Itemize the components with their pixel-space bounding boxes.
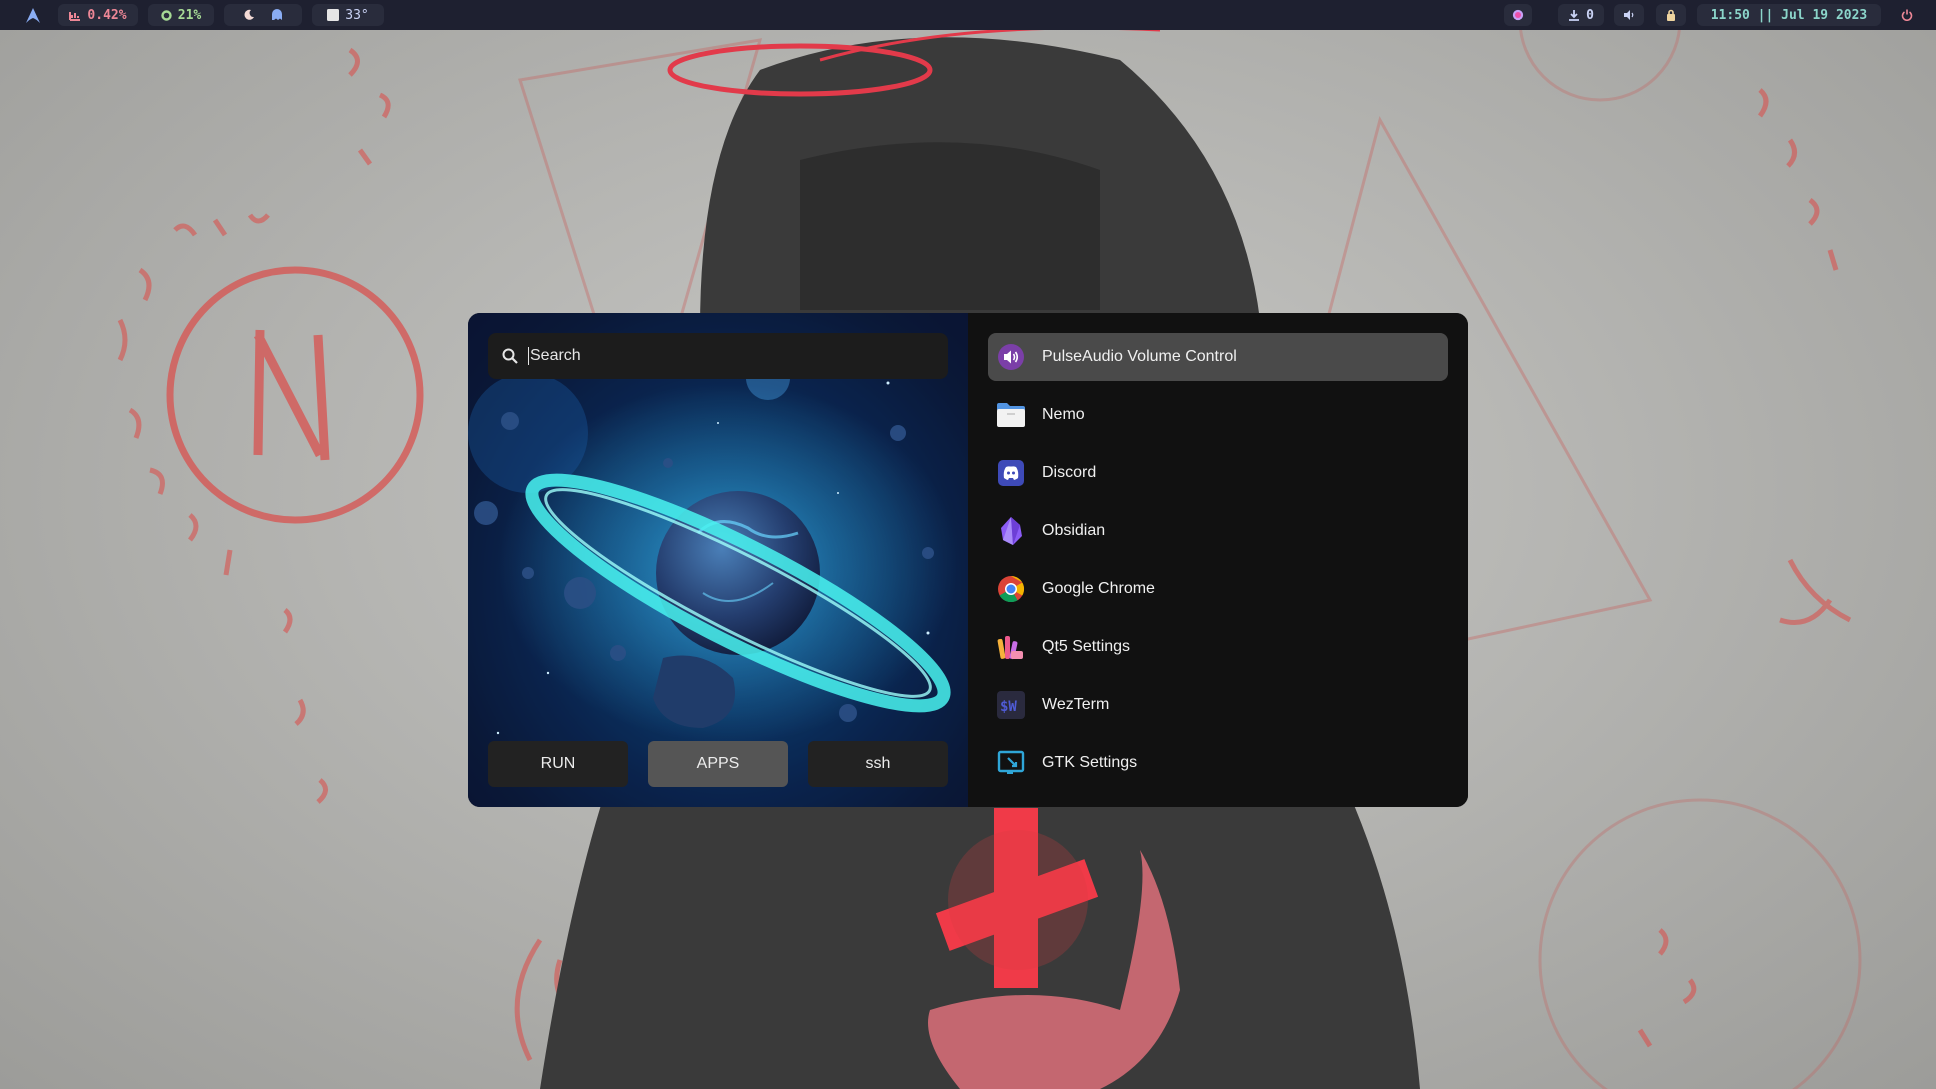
lock-widget[interactable] [1656,4,1686,26]
arch-logo-icon [26,7,40,23]
discord-icon [998,460,1024,486]
obsidian-icon [1001,517,1022,545]
clock-widget[interactable]: 11:50 || Jul 19 2023 [1697,4,1881,26]
list-item-label: Discord [1042,464,1097,481]
list-item-label: Obsidian [1042,522,1106,539]
wezterm-icon: $W [997,691,1025,719]
cpu-widget[interactable]: 0.42% [58,4,138,26]
gtk-settings-icon [997,750,1025,774]
qt5-settings-icon [997,636,1023,660]
lock-icon [1667,9,1675,21]
list-item-label: PulseAudio Volume Control [1042,348,1237,365]
picker-icon [1512,9,1524,21]
list-item-google-chrome[interactable]: Google Chrome [988,565,1448,613]
power-icon [1901,9,1913,21]
weather-icon [327,9,340,21]
volume-widget[interactable] [1614,4,1644,26]
list-item-label: WezTerm [1042,696,1110,713]
pulseaudio-icon [998,344,1024,370]
list-item-nemo[interactable]: Nemo [988,391,1448,439]
list-item-gtk-settings[interactable]: GTK Settings [988,739,1448,787]
cpu-usage: 0.42% [87,7,127,23]
color-picker-widget[interactable] [1504,4,1532,26]
weather-widget[interactable]: 33° [312,4,384,26]
app-list: PulseAudio Volume Control Nemo Discord O… [968,313,1468,807]
launcher-button[interactable] [18,4,48,26]
mode-ssh-button[interactable]: ssh [808,741,948,787]
list-item-qt5-settings[interactable]: Qt5 Settings [988,623,1448,671]
list-item-label: Google Chrome [1042,580,1155,597]
list-item-label: Nemo [1042,406,1085,423]
red-sigil-circle [166,266,424,524]
power-button[interactable] [1890,4,1924,26]
list-item-discord[interactable]: Discord [988,449,1448,497]
list-item-wezterm[interactable]: $W WezTerm [988,681,1448,729]
list-item-label: GTK Settings [1042,754,1138,771]
memory-icon [161,9,172,21]
folder-icon [997,403,1025,427]
download-icon [1569,10,1580,21]
ghost-icon [272,9,282,20]
memory-widget[interactable]: 21% [148,4,214,26]
svg-text:$W: $W [1000,699,1017,715]
list-item-label: Qt5 Settings [1042,638,1131,655]
search-input[interactable]: Search [530,347,581,365]
list-item-pulseaudio[interactable]: PulseAudio Volume Control [988,333,1448,381]
downloads-count: 0 [1586,7,1594,23]
top-bar: 0.42% 21% 33° 0 11:50 || Jul 19 2023 [0,0,1936,30]
temperature: 33° [345,7,369,23]
mode-apps-button[interactable]: APPS [648,741,788,787]
search-icon [502,348,518,364]
planet-artwork [468,313,968,807]
text-cursor [528,347,529,365]
mode-widget[interactable] [224,4,302,26]
clock-text: 11:50 || Jul 19 2023 [1710,7,1868,23]
list-item-obsidian[interactable]: Obsidian [988,507,1448,555]
volume-icon [1624,10,1634,20]
launcher-preview-pane: Search RUN APPS ssh [468,313,968,807]
search-bar[interactable]: Search [488,333,948,379]
downloads-widget[interactable]: 0 [1558,4,1604,26]
memory-usage: 21% [177,7,202,23]
mode-switcher: RUN APPS ssh [488,741,948,787]
moon-icon [244,9,254,20]
chrome-icon [998,575,1025,603]
app-launcher: Search RUN APPS ssh PulseAudio Volume Co… [468,313,1468,807]
mode-run-button[interactable]: RUN [488,741,628,787]
chart-icon [69,12,81,21]
